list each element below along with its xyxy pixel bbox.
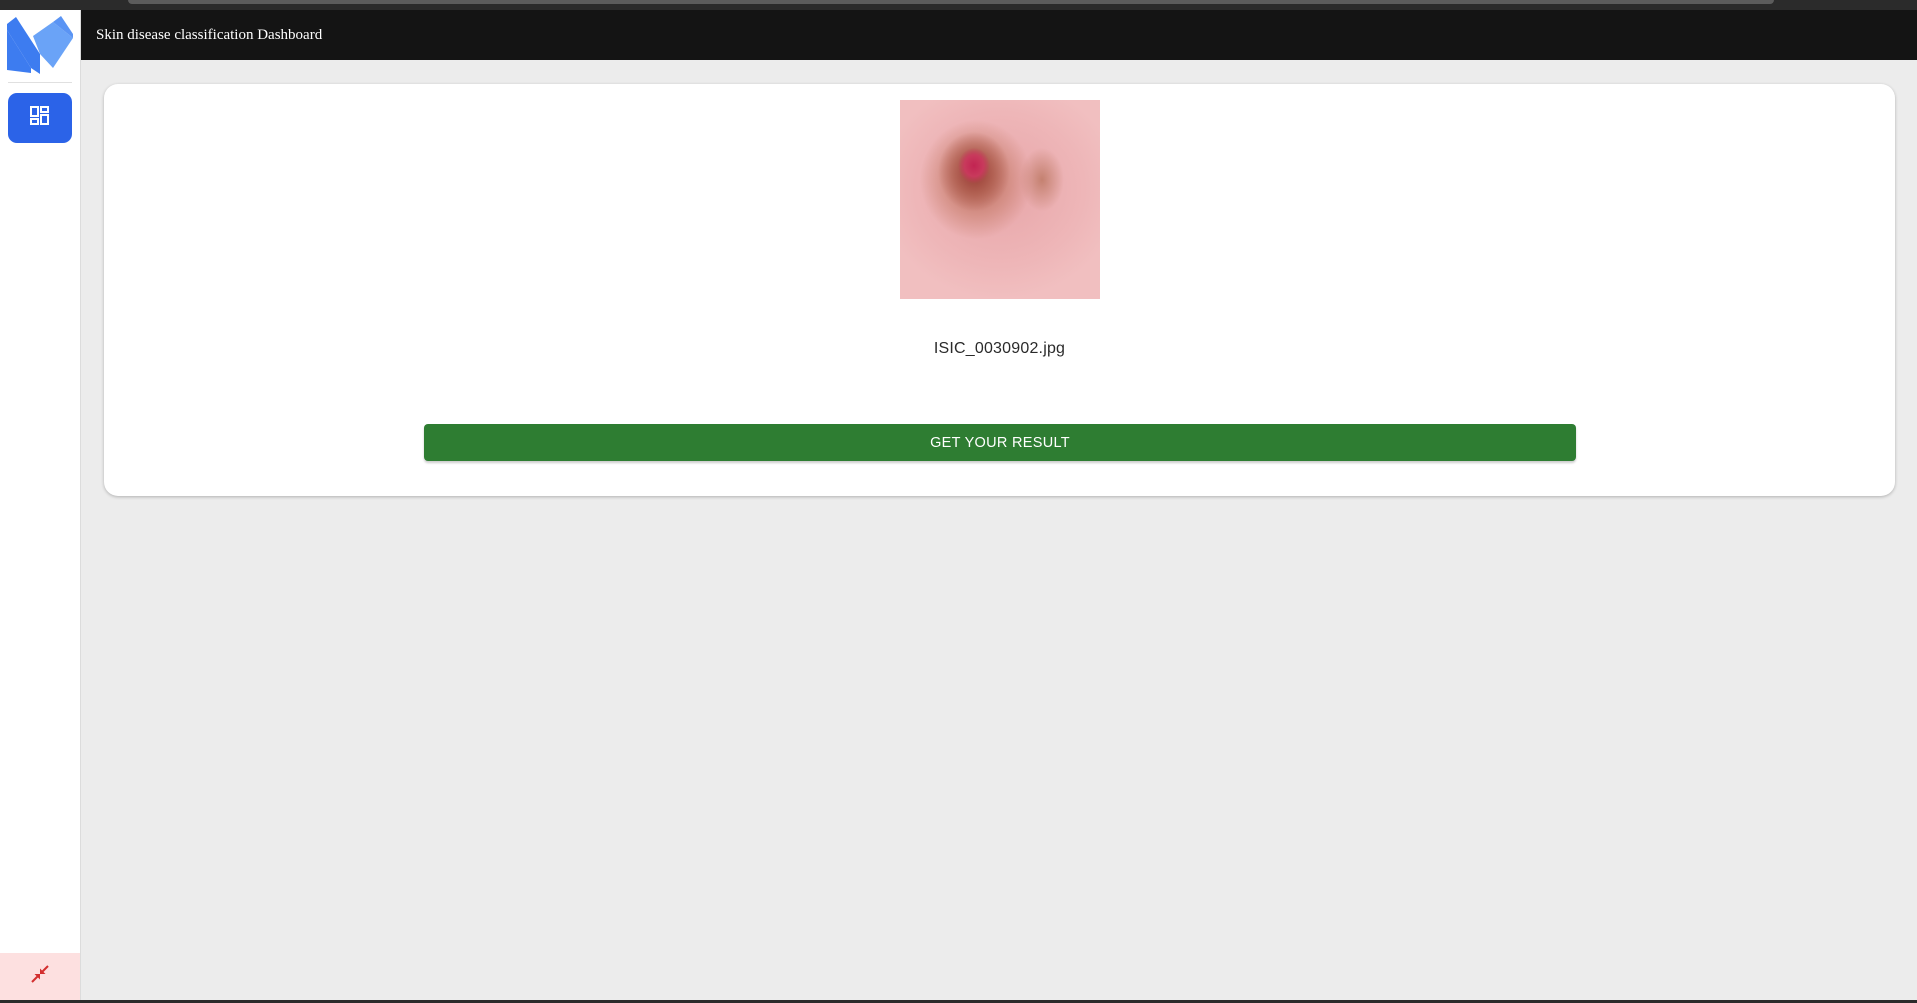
app-bar: Skin disease classification Dashboard <box>81 10 1917 60</box>
upload-card: ISIC_0030902.jpg GET YOUR RESULT <box>104 84 1895 496</box>
collapse-arrows-icon <box>30 964 50 989</box>
browser-tab-bar <box>128 0 1774 4</box>
sidebar-collapse-button[interactable] <box>0 953 80 1000</box>
uploaded-skin-image <box>900 100 1100 299</box>
page-title: Skin disease classification Dashboard <box>96 27 323 43</box>
m-logo-icon[interactable] <box>7 16 73 74</box>
sidebar-divider <box>8 82 72 83</box>
get-result-button[interactable]: GET YOUR RESULT <box>424 424 1576 461</box>
browser-top-strip <box>0 0 1917 10</box>
uploaded-filename: ISIC_0030902.jpg <box>933 340 1066 357</box>
sidebar-item-dashboard[interactable] <box>8 93 72 143</box>
dashboard-icon <box>30 105 50 131</box>
sidebar <box>0 10 81 1000</box>
